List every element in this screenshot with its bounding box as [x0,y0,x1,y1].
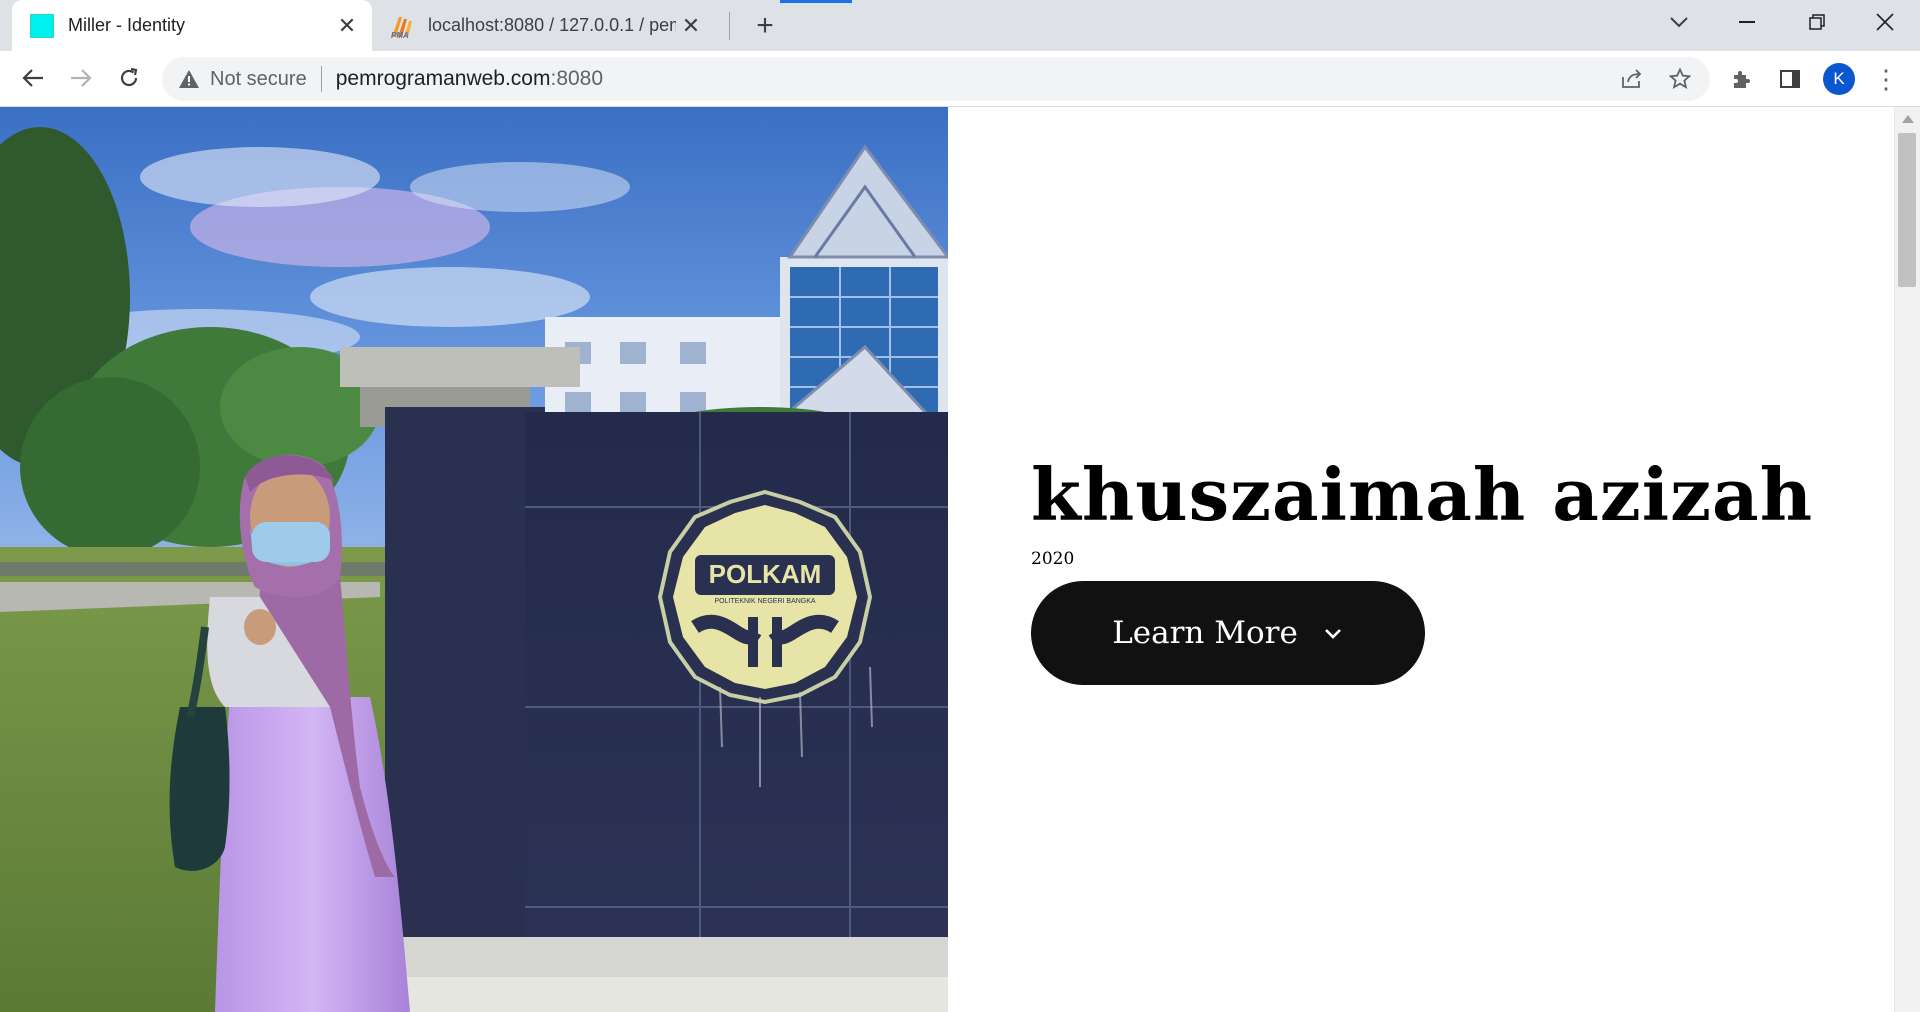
campus-photo: POLKAM POLITEKNIK NEGERI BANGKA [0,107,948,1012]
tab-miller-identity[interactable]: Miller - Identity ✕ [12,0,372,51]
hero-photo: POLKAM POLITEKNIK NEGERI BANGKA [0,107,948,1012]
profile-avatar[interactable]: K [1823,63,1855,95]
chevron-down-icon [1324,629,1341,639]
tab-phpmyadmin[interactable]: PMA localhost:8080 / 127.0.0.1 / pemr ✕ [376,0,716,51]
learn-more-button[interactable]: Learn More [1031,581,1425,685]
vertical-scrollbar[interactable] [1894,107,1920,1012]
reload-button[interactable] [110,59,148,97]
hero-text: khuszaimah azizah 2020 [1031,457,1813,569]
puzzle-icon [1734,71,1750,88]
tab-loading-indicator [780,0,852,3]
close-icon [1876,13,1894,31]
url-host: pemrogramanweb.com [335,67,551,90]
page-viewport: POLKAM POLITEKNIK NEGERI BANGKA khuszaim… [0,107,1920,1012]
kebab-menu-icon[interactable]: ⋮ [1871,63,1901,95]
hero-year: 2020 [1031,548,1075,569]
side-panel-icon [1780,70,1800,88]
tab-strip: Miller - Identity ✕ PMA localhost:8080 /… [0,0,1920,51]
tab-separator [729,12,730,40]
hero-name: khuszaimah azizah [1031,452,1814,537]
close-icon[interactable]: ✕ [332,11,362,41]
tab-title: Miller - Identity [68,15,186,35]
cyan-square-icon [30,13,54,38]
tab-search-button[interactable] [1646,0,1712,44]
scrollbar-thumb[interactable] [1898,133,1916,287]
scroll-up-icon[interactable] [1902,115,1914,123]
emblem-subtext: POLITEKNIK NEGERI BANGKA [714,598,815,605]
security-label[interactable]: Not secure [210,68,307,91]
phpmyadmin-icon: PMA [391,16,412,39]
emblem-text: POLKAM [709,559,822,589]
forward-button[interactable] [62,59,100,97]
tab-title: localhost:8080 / 127.0.0.1 / pemr [428,15,676,35]
svg-text:PMA: PMA [391,31,409,39]
minimize-button[interactable] [1714,0,1780,44]
back-button[interactable] [14,59,52,97]
bookmark-button[interactable] [1664,63,1696,95]
address-bar[interactable]: Not secure pemrogramanweb.com:8080 [162,57,1710,101]
browser-toolbar: Not secure pemrogramanweb.com:8080 K ⋮ [0,51,1920,107]
learn-more-label: Learn More [1112,615,1298,651]
url-text[interactable]: pemrogramanweb.com:8080 [336,67,603,91]
share-icon [1622,69,1642,88]
warning-icon [179,70,199,88]
reload-icon [120,67,138,87]
arrow-right-icon [71,69,92,87]
restore-button[interactable] [1784,0,1850,44]
close-window-button[interactable] [1852,0,1918,44]
share-button[interactable] [1616,63,1648,95]
close-icon[interactable]: ✕ [676,11,706,41]
arrow-left-icon [22,69,43,87]
url-port: :8080 [550,67,604,90]
minimize-icon [1739,21,1755,23]
restore-icon [1809,14,1825,30]
address-divider [320,66,322,92]
side-panel-button[interactable] [1774,63,1806,95]
star-icon [1669,68,1691,90]
chevron-down-icon [1670,17,1688,28]
extensions-button[interactable] [1726,63,1758,95]
new-tab-button[interactable]: + [748,9,782,43]
